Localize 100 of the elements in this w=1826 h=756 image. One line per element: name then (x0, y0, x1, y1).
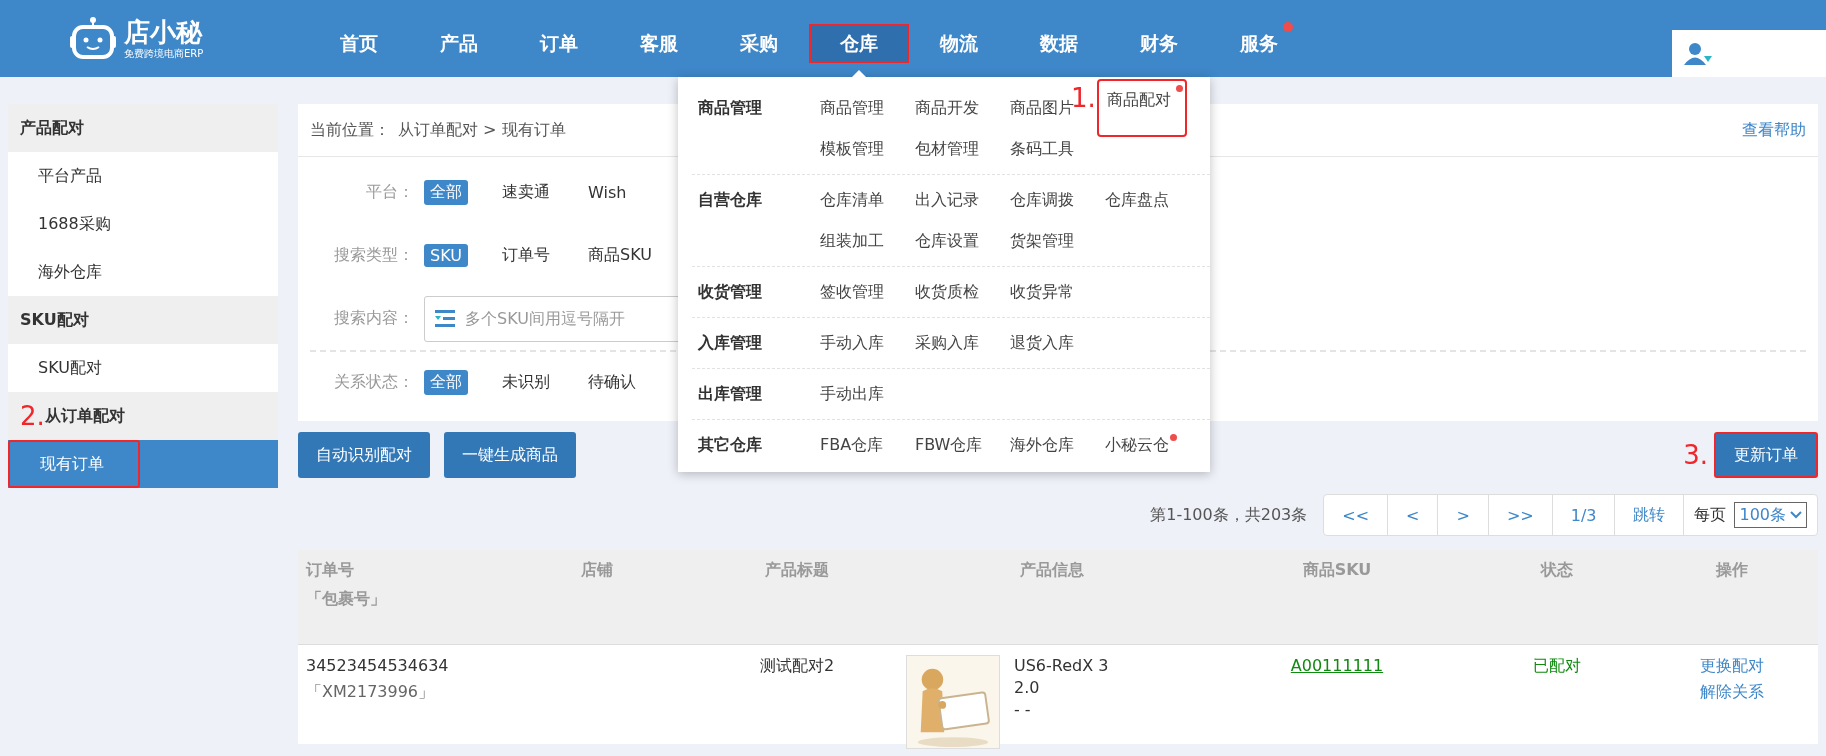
filter-option[interactable]: Wish (584, 181, 631, 204)
pager-button[interactable]: 跳转 (1615, 495, 1685, 535)
menu-item[interactable]: 商品管理 (820, 93, 894, 123)
logo-name: 店小秘 (124, 16, 204, 47)
menu-section-title: 入库管理 (697, 332, 763, 354)
row-action-link[interactable]: 更换配对 (1700, 655, 1764, 677)
logo-tagline: 免费跨境电商ERP (124, 46, 204, 61)
column-header: 订单号 (306, 560, 354, 581)
filter-label: 搜索类型： (333, 245, 414, 266)
nav-tab[interactable]: 财务 (1109, 24, 1209, 63)
menu-section-title: 自营仓库 (697, 189, 763, 211)
menu-item[interactable]: 仓库清单 (820, 185, 894, 215)
column-header: 操作 (1716, 560, 1748, 581)
menu-item[interactable]: FBA仓库 (820, 430, 894, 460)
column-header: 产品信息 (1020, 560, 1084, 581)
menu-item[interactable]: 采购入库 (915, 328, 989, 358)
nav-tab[interactable]: 采购 (709, 24, 809, 63)
menu-item[interactable]: 货架管理 (1010, 226, 1084, 256)
breadcrumb-path: 从订单配对 > 现有订单 (398, 119, 566, 141)
filter-option[interactable]: 速卖通 (498, 180, 554, 205)
row-action-link[interactable]: 解除关系 (1700, 681, 1764, 703)
sidebar-group-title: 从订单配对 (44, 405, 125, 427)
column-header: 状态 (1541, 560, 1573, 581)
action-button[interactable]: 自动识别配对 (298, 432, 430, 478)
list-icon (435, 309, 455, 328)
menu-section-title: 收货管理 (697, 281, 763, 303)
menu-section-title: 商品管理 (697, 97, 763, 119)
action-button[interactable]: 一键生成商品 (444, 432, 576, 478)
column-subheader: 「包裹号」 (306, 589, 386, 610)
step-annotation: 1. (1071, 85, 1096, 111)
column-header: 店铺 (581, 560, 613, 581)
menu-item[interactable]: 退货入库 (1010, 328, 1084, 358)
filter-option[interactable]: 订单号 (498, 243, 554, 268)
menu-section-title: 出库管理 (697, 383, 763, 405)
sidebar-group-title: 产品配对 (20, 117, 84, 139)
step-annotation: 2. (20, 403, 45, 429)
nav-tab[interactable]: 订单 (509, 24, 609, 63)
column-header: 商品SKU (1302, 560, 1372, 581)
sidebar-item[interactable]: 现有订单 (8, 440, 140, 488)
menu-item[interactable]: 仓库调拨 (1010, 185, 1084, 215)
help-link[interactable]: 查看帮助 (1742, 119, 1806, 141)
nav-tab[interactable]: 产品 (409, 24, 509, 63)
menu-item[interactable]: 收货质检 (915, 277, 989, 307)
pager-button[interactable]: 1/3 (1552, 495, 1616, 535)
pager-button[interactable]: >> (1488, 495, 1553, 535)
breadcrumb-label: 当前位置： (310, 119, 390, 141)
menu-section-title: 其它仓库 (697, 434, 763, 456)
nav-tab[interactable]: 首页 (309, 24, 409, 63)
filter-option[interactable]: SKU (424, 244, 468, 267)
nav-tab[interactable]: 服务 (1209, 24, 1309, 63)
menu-item[interactable]: 组装加工 (820, 226, 894, 256)
filter-label: 搜索内容： (333, 308, 414, 329)
pager-button[interactable]: > (1438, 495, 1489, 535)
menu-item[interactable]: 出入记录 (915, 185, 989, 215)
menu-item[interactable]: 手动出库 (820, 379, 894, 409)
user-add-icon (1684, 41, 1714, 66)
nav-tab[interactable]: 数据 (1009, 24, 1109, 63)
per-page-label: 每页 (1694, 504, 1727, 526)
pager-button[interactable]: < (1388, 495, 1439, 535)
robot-logo-icon (70, 15, 116, 62)
step-annotation: 3. (1683, 442, 1708, 468)
chevron-down-icon (1790, 511, 1802, 519)
filter-option[interactable]: 待确认 (584, 370, 640, 395)
filter-option[interactable]: 商品SKU (584, 243, 656, 268)
column-header: 产品标题 (765, 560, 829, 581)
menu-item[interactable]: 仓库盘点 (1105, 185, 1179, 215)
menu-item[interactable]: 收货异常 (1010, 277, 1084, 307)
product-info-line: 2.0 (1014, 677, 1041, 699)
order-number: 34523454534634 (306, 655, 449, 677)
pager-button[interactable]: << (1324, 495, 1389, 535)
menu-item[interactable]: FBW仓库 (915, 430, 993, 460)
menu-item[interactable]: 手动入库 (820, 328, 894, 358)
menu-item[interactable]: 小秘云仓 (1105, 430, 1179, 460)
menu-item[interactable]: 海外仓库 (1010, 430, 1084, 460)
menu-item[interactable]: 仓库设置 (915, 226, 989, 256)
per-page-select[interactable]: 100条 (1734, 502, 1807, 528)
nav-tab[interactable]: 客服 (609, 24, 709, 63)
page-summary: 第1-100条，共203条 (1150, 504, 1308, 526)
filter-label: 平台： (365, 182, 414, 203)
menu-item[interactable]: 条码工具 (1010, 134, 1084, 164)
filter-option[interactable]: 全部 (424, 370, 468, 395)
filter-option[interactable]: 全部 (424, 180, 468, 205)
sidebar-group-title: SKU配对 (20, 309, 89, 331)
product-info-line: - - (1014, 699, 1032, 721)
sku-link[interactable]: A00111111 (1290, 655, 1384, 677)
menu-item[interactable]: 商品配对 (1097, 79, 1187, 137)
menu-item[interactable]: 签收管理 (820, 277, 894, 307)
product-title: 测试配对2 (759, 655, 835, 677)
package-number: 「XM2173996」 (306, 681, 435, 703)
menu-item[interactable]: 商品开发 (915, 93, 989, 123)
user-panel[interactable] (1672, 30, 1826, 77)
status-text: 已配对 (1533, 655, 1581, 677)
nav-tab[interactable]: 物流 (909, 24, 1009, 63)
product-info-line: US6-RedX 3 (1014, 655, 1109, 677)
menu-item[interactable]: 包材管理 (915, 134, 989, 164)
filter-option[interactable]: 未识别 (498, 370, 554, 395)
update-orders-button[interactable]: 更新订单 (1714, 432, 1818, 478)
filter-label: 关系状态： (333, 372, 414, 393)
menu-item[interactable]: 模板管理 (820, 134, 894, 164)
nav-tab[interactable]: 仓库 (809, 24, 909, 63)
